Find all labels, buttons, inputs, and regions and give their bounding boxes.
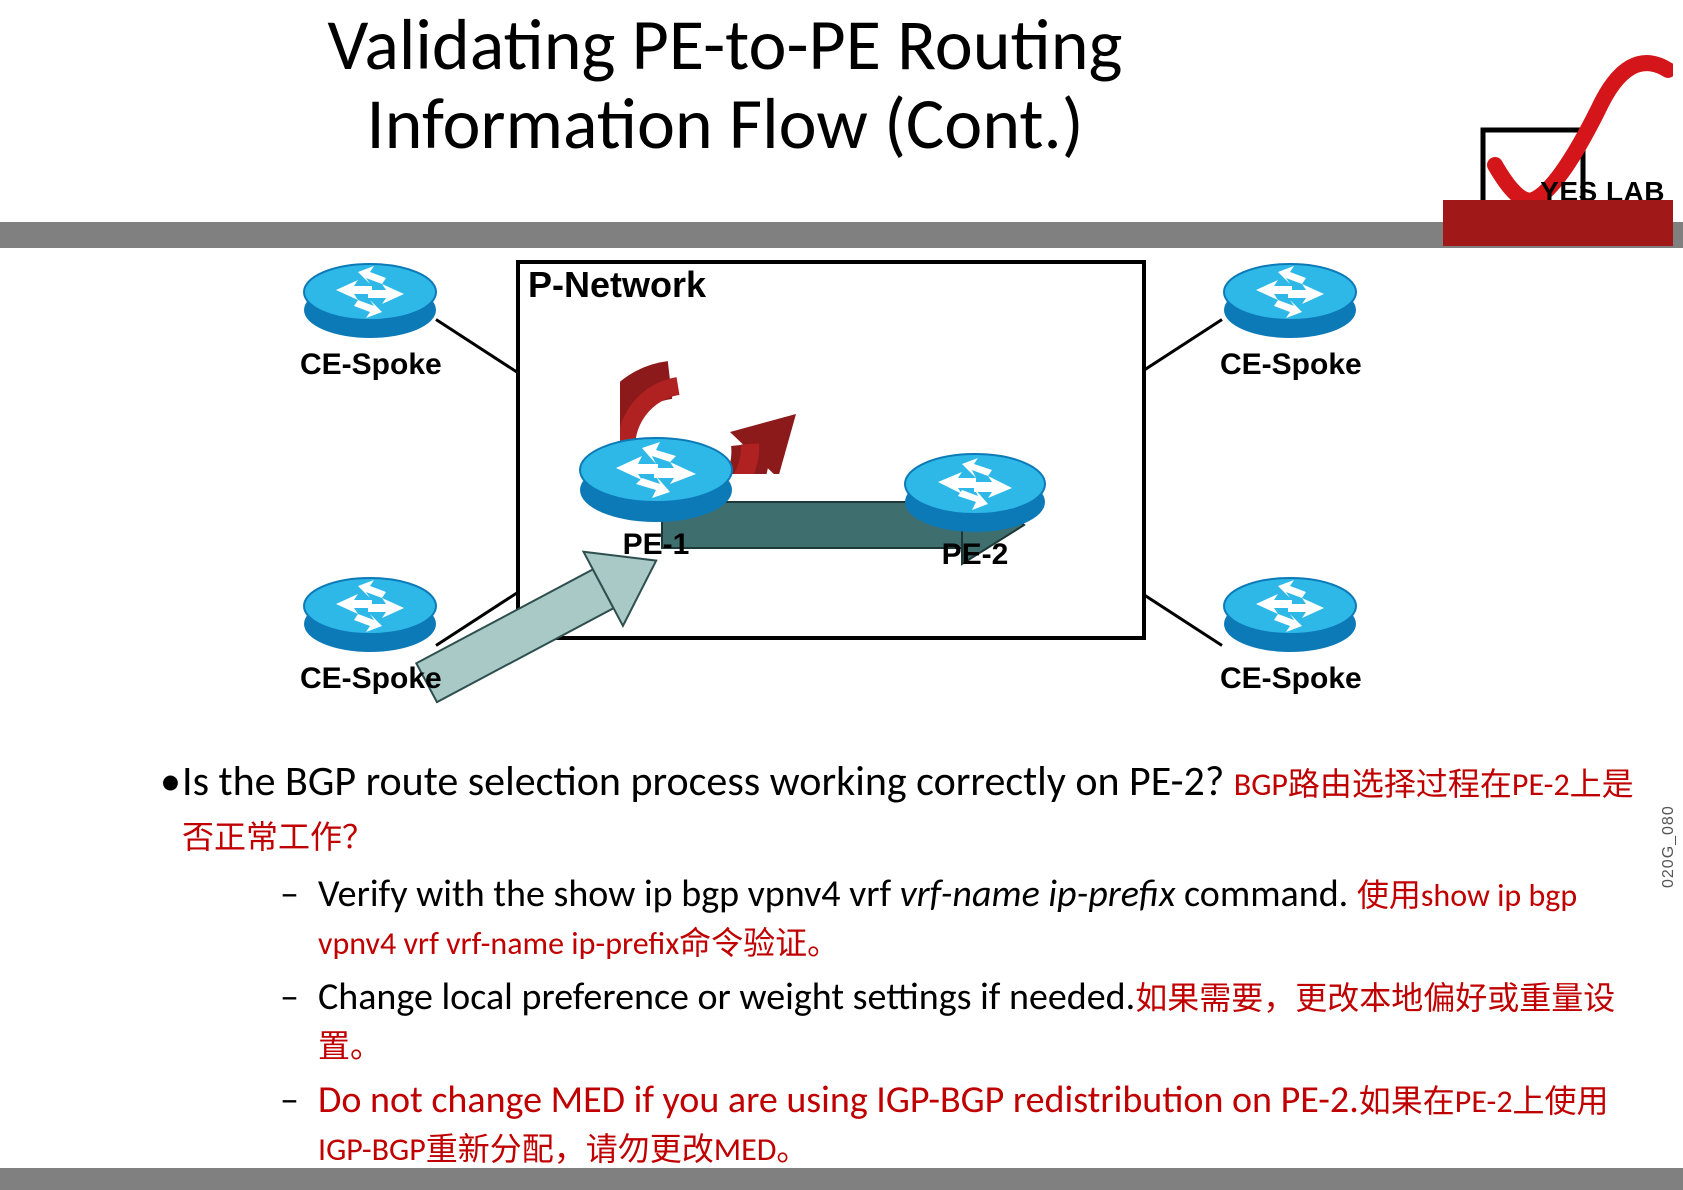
title-line-1: Validating PE-to-PE Routing xyxy=(0,6,1450,85)
dash-icon: – xyxy=(280,1077,318,1172)
router-label: CE-Spoke xyxy=(1220,348,1362,382)
router-ce-spoke-top-right: CE-Spoke xyxy=(1220,252,1362,382)
router-icon xyxy=(300,566,440,656)
router-ce-spoke-top-left: CE-Spoke xyxy=(300,252,442,382)
sub1-part-b: show ip bgp vpnv4 vrf xyxy=(553,871,899,917)
slide-title: Validating PE-to-PE Routing Information … xyxy=(0,6,1450,164)
bullet-dot-icon: • xyxy=(160,756,182,861)
network-diagram: P-Network xyxy=(300,256,1380,736)
sub-bullet-3: – Do not change MED if you are using IGP… xyxy=(280,1077,1640,1172)
sub-bullet-2: – Change local preference or weight sett… xyxy=(280,974,1640,1069)
diagram-code: 020G_080 xyxy=(1660,805,1678,888)
slide: Validating PE-to-PE Routing Information … xyxy=(0,0,1683,1190)
sub1-part-c: vrf-name ip-prefix xyxy=(900,871,1176,917)
router-ce-spoke-bottom-left: CE-Spoke xyxy=(300,566,442,696)
router-pe-2: PE-2 xyxy=(900,442,1050,572)
router-ce-spoke-bottom-right: CE-Spoke xyxy=(1220,566,1362,696)
router-label: CE-Spoke xyxy=(300,662,442,696)
router-label: CE-Spoke xyxy=(300,348,442,382)
router-icon xyxy=(576,426,736,526)
router-label: PE-2 xyxy=(900,538,1050,572)
footer-divider xyxy=(0,1168,1683,1190)
router-icon xyxy=(1220,566,1360,656)
router-icon xyxy=(300,252,440,342)
sub1-part-a: Verify with the xyxy=(318,871,553,917)
sub3-en: Do not change MED if you are using IGP-B… xyxy=(318,1077,1359,1123)
question-en: Is the BGP route selection process worki… xyxy=(182,756,1224,807)
header-accent xyxy=(1443,200,1673,246)
router-label: CE-Spoke xyxy=(1220,662,1362,696)
header-divider xyxy=(0,222,1683,248)
router-icon xyxy=(1220,252,1360,342)
sub-bullet-1: – Verify with the show ip bgp vpnv4 vrf … xyxy=(280,871,1640,966)
body-text: • Is the BGP route selection process wor… xyxy=(160,756,1640,1180)
sub-bullet-list: – Verify with the show ip bgp vpnv4 vrf … xyxy=(280,871,1640,1172)
router-label: PE-1 xyxy=(576,528,736,562)
dash-icon: – xyxy=(280,974,318,1069)
title-line-2: Information Flow (Cont.) xyxy=(0,85,1450,164)
main-bullet: • Is the BGP route selection process wor… xyxy=(160,756,1640,861)
sub1-part-d: command. xyxy=(1175,871,1348,917)
router-icon xyxy=(900,442,1050,536)
router-pe-1: PE-1 xyxy=(576,426,736,562)
dash-icon: – xyxy=(280,871,318,966)
sub2-en: Change local preference or weight settin… xyxy=(318,974,1135,1020)
